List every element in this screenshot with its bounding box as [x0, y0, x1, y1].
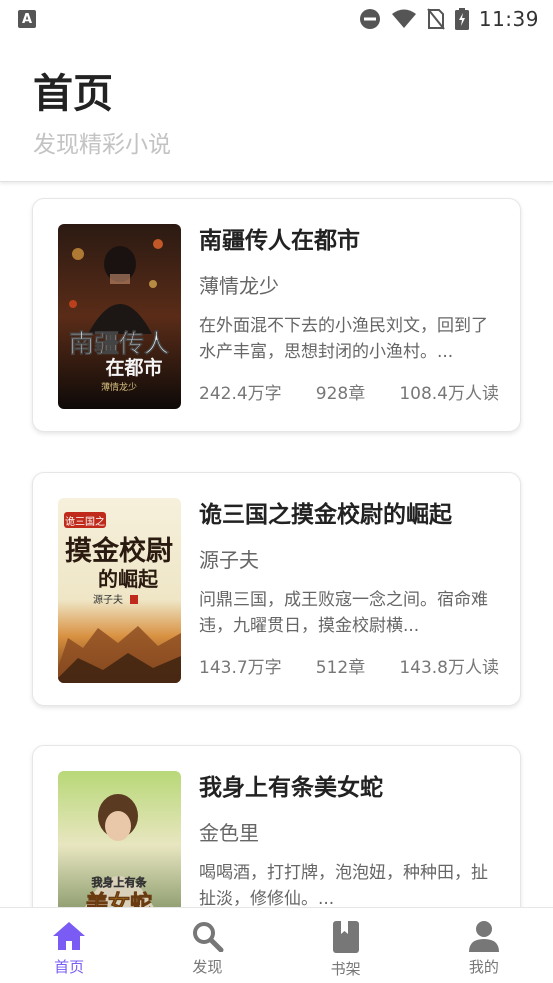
page-subtitle: 发现精彩小说: [33, 132, 171, 158]
nav-profile[interactable]: 我的: [415, 908, 553, 983]
cover-title-text: 南疆传人: [69, 329, 169, 358]
page-header: 首页 发现精彩小说: [0, 38, 553, 182]
cover-author-text: 源子夫: [93, 593, 123, 606]
book-title[interactable]: 诡三国之摸金校尉的崛起: [199, 497, 452, 533]
nav-label: 我的: [468, 958, 499, 976]
chapter-count: 512章: [315, 658, 366, 678]
book-author: 源子夫: [199, 548, 259, 572]
book-description: 在外面混不下去的小渔民刘文，回到了水产丰富，思想封闭的小渔村。...: [199, 316, 488, 362]
book-description: 喝喝酒，打打牌，泡泡妞，种种田，扯扯淡，修修仙。...: [199, 863, 488, 907]
nav-label: 发现: [192, 958, 223, 976]
nav-label: 首页: [54, 958, 85, 976]
book-title[interactable]: 南疆传人在都市: [199, 223, 360, 259]
book-stats: 143.7万字 512章 143.8万人读: [199, 656, 499, 680]
home-icon: [53, 922, 86, 950]
page-title: 首页: [33, 71, 113, 117]
cover-title-text: 摸金校尉: [65, 535, 173, 567]
cover-author-text: 薄情龙少: [101, 381, 137, 393]
bottom-nav: 首页 发现 书架 我的: [0, 907, 553, 983]
clock: 11:39: [478, 7, 539, 31]
book-cover[interactable]: 南疆传人 在都市 薄情龙少: [58, 224, 181, 409]
book-card[interactable]: 南疆传人 在都市 薄情龙少 南疆传人在都市 薄情龙少 在外面混不下去的小渔民刘文…: [32, 198, 521, 432]
battery-charging-icon: [454, 8, 469, 30]
book-card[interactable]: 诡三国之 摸金校尉 的崛起 源子夫 诡三国之摸金校尉的崛起 源子夫 问鼎三国，成…: [32, 472, 521, 706]
book-stats: 242.4万字 928章 108.4万人读: [199, 382, 499, 406]
no-sim-icon: [427, 8, 445, 30]
book-cover[interactable]: 我身上有条 美女蛇: [58, 771, 181, 907]
word-count: 242.4万字: [199, 384, 282, 404]
cover-subtitle-text: 在都市: [105, 356, 162, 379]
book-cover[interactable]: 诡三国之 摸金校尉 的崛起 源子夫: [58, 498, 181, 683]
book-author: 薄情龙少: [199, 274, 279, 298]
book-description: 问鼎三国，成王败寇一念之间。宿命难违，九曜贯日，摸金校尉横...: [199, 590, 488, 636]
cover-tag-text: 诡三国之: [65, 515, 105, 528]
nav-label: 书架: [330, 960, 361, 978]
do-not-disturb-icon: [359, 9, 380, 29]
reader-count: 108.4万人读: [399, 384, 499, 404]
app-notification-icon: A: [18, 10, 36, 28]
nav-discover[interactable]: 发现: [138, 908, 276, 983]
book-title[interactable]: 我身上有条美女蛇: [199, 770, 383, 806]
cover-subtitle-text: 的崛起: [98, 567, 159, 591]
chapter-count: 928章: [315, 384, 366, 404]
word-count: 143.7万字: [199, 658, 282, 678]
bookshelf-icon: [332, 921, 359, 953]
book-card[interactable]: 我身上有条 美女蛇 我身上有条美女蛇 金色里 喝喝酒，打打牌，泡泡妞，种种田，扯…: [32, 745, 521, 907]
cover-title-text: 我身上有条: [92, 875, 148, 889]
wifi-icon: [391, 9, 416, 28]
book-author: 金色里: [199, 821, 259, 845]
status-bar: A 11:39: [0, 0, 553, 38]
cover-subtitle-text: 美女蛇: [86, 891, 152, 907]
profile-icon: [468, 921, 499, 952]
nav-home[interactable]: 首页: [0, 908, 138, 983]
reader-count: 143.8万人读: [399, 658, 499, 678]
nav-bookshelf[interactable]: 书架: [277, 908, 415, 983]
book-list[interactable]: 南疆传人 在都市 薄情龙少 南疆传人在都市 薄情龙少 在外面混不下去的小渔民刘文…: [0, 183, 553, 907]
search-icon: [193, 922, 224, 952]
